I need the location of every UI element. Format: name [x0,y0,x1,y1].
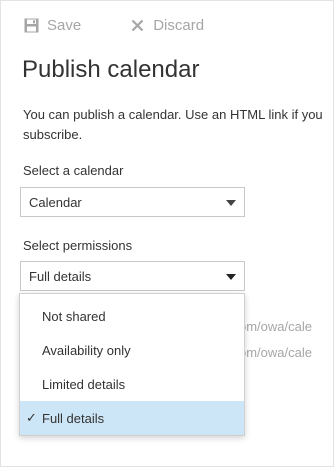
option-not-shared[interactable]: Not shared [20,299,244,333]
chevron-down-icon [226,200,236,206]
background-link-1: om/owa/cale [239,319,312,334]
checkmark-icon: ✓ [26,410,37,425]
floppy-disk-icon [23,17,39,33]
option-label: Limited details [42,376,126,392]
option-label: Not shared [42,308,106,324]
discard-button[interactable]: Discard [129,17,204,34]
option-full-details[interactable]: ✓ Full details [20,401,244,435]
permissions-select-value: Full details [29,268,92,284]
calendar-select[interactable]: Calendar [20,187,245,217]
publish-calendar-panel: Save Discard Publish calendar You can pu… [0,0,334,467]
select-permissions-label: Select permissions [23,238,133,253]
option-label: Full details [42,410,105,426]
chevron-down-icon [226,274,236,280]
permissions-dropdown-menu: Not shared Availability only Limited det… [19,293,245,436]
save-label: Save [47,16,82,34]
permissions-select[interactable]: Full details [20,261,245,291]
calendar-select-value: Calendar [29,194,82,210]
description-line-2: subscribe. [23,127,83,142]
option-limited-details[interactable]: Limited details [20,367,244,401]
background-link-2: om/owa/cale [239,345,312,360]
save-button[interactable]: Save [23,17,81,34]
discard-label: Discard [153,16,205,34]
close-icon [129,17,145,33]
option-label: Availability only [42,342,131,358]
option-availability-only[interactable]: Availability only [20,333,244,367]
toolbar: Save Discard [23,14,204,36]
description-line-1: You can publish a calendar. Use an HTML … [23,107,323,122]
page-title: Publish calendar [22,56,200,83]
select-calendar-label: Select a calendar [23,163,124,178]
description: You can publish a calendar. Use an HTML … [23,105,333,145]
